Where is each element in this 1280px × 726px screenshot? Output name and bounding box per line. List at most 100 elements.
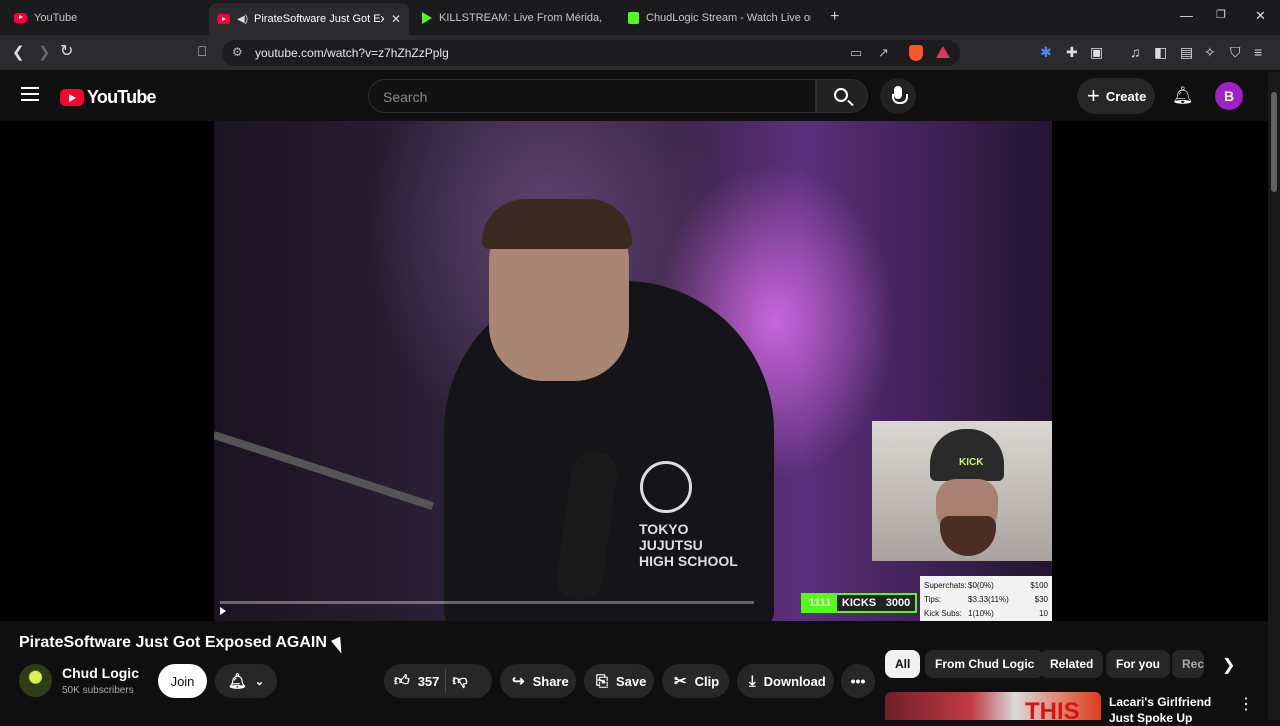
- video-frame[interactable]: TOKYO JUJUTSU HIGH SCHOOL KICK Superchat…: [214, 121, 1052, 621]
- guide-menu-icon[interactable]: [21, 87, 39, 101]
- chip-from-channel[interactable]: From Chud Logic: [925, 650, 1045, 678]
- channel-avatar[interactable]: [19, 664, 52, 697]
- brave-rewards-icon[interactable]: [936, 46, 950, 58]
- address-toolbar: ❮ ❯ ↻ ⎕ ⚙ youtube.com/watch?v=z7hZhZzPpl…: [0, 35, 1280, 71]
- video-progress-bar[interactable]: [220, 601, 754, 604]
- download-button[interactable]: ⤓ Download: [737, 664, 834, 698]
- tab-title: KILLSTREAM: Live From Mérida, Mex: [439, 11, 604, 24]
- mouse-cursor-icon: [331, 636, 347, 656]
- voice-search-icon[interactable]: [880, 78, 916, 114]
- chip-for-you[interactable]: For you: [1106, 650, 1170, 678]
- more-horizontal-icon: •••: [850, 673, 866, 689]
- play-icon[interactable]: [220, 607, 226, 615]
- youtube-icon: [14, 12, 27, 23]
- stat-goal: $30: [1034, 595, 1048, 604]
- kicks-current: 1111: [803, 595, 837, 611]
- stats-row: Kick Subs: 1(10%) 10: [924, 607, 1048, 621]
- stat-goal: $100: [1030, 581, 1048, 590]
- window-close-icon[interactable]: ✕: [1255, 8, 1266, 24]
- browser-tab-active[interactable]: ◀) PirateSoftware Just Got Expos ✕: [209, 3, 409, 35]
- forward-icon[interactable]: ❯: [38, 43, 51, 61]
- like-count[interactable]: 357: [418, 674, 440, 689]
- music-icon[interactable]: ♫: [1130, 44, 1141, 60]
- site-settings-icon[interactable]: ⚙: [232, 45, 243, 59]
- like-dislike-group: 👍︎ 357 👎︎: [384, 664, 492, 698]
- browser-tab-kick[interactable]: ChudLogic Stream - Watch Live on Ki: [620, 4, 820, 31]
- search-input[interactable]: Search: [368, 79, 816, 113]
- media-icon[interactable]: ▣: [1090, 44, 1103, 61]
- search-icon: [834, 88, 848, 102]
- facecam-beard: [940, 516, 996, 556]
- create-button[interactable]: + Create: [1077, 78, 1155, 114]
- minimize-icon[interactable]: —: [1180, 8, 1193, 23]
- browser-tab-bar: YouTube ◀) PirateSoftware Just Got Expos…: [0, 0, 1280, 35]
- youtube-logo[interactable]: YouTube: [60, 87, 157, 108]
- leo-icon[interactable]: ✧: [1204, 44, 1216, 61]
- scrollbar-thumb[interactable]: [1271, 92, 1277, 192]
- page-scrollbar[interactable]: [1268, 72, 1280, 720]
- channel-name[interactable]: Chud Logic: [62, 665, 139, 681]
- related-video-title[interactable]: Lacari's Girlfriend Just Spoke Up: [1109, 694, 1234, 726]
- more-vertical-icon[interactable]: ⋮: [1238, 694, 1254, 714]
- account-avatar[interactable]: B: [1215, 82, 1243, 110]
- stat-value: $3.33(11%): [968, 595, 1009, 604]
- download-label: Download: [763, 673, 826, 689]
- close-tab-icon[interactable]: ✕: [391, 12, 401, 26]
- dislike-icon[interactable]: 👎︎: [452, 672, 467, 690]
- wallet-icon[interactable]: ▤: [1180, 44, 1193, 61]
- browser-tab-youtube[interactable]: YouTube: [6, 4, 206, 31]
- vpn-icon[interactable]: ⛉: [1230, 44, 1241, 61]
- brave-shields-icon[interactable]: [909, 45, 923, 61]
- save-icon: ⎘: [596, 672, 609, 690]
- chevron-right-icon[interactable]: ❯: [1222, 655, 1235, 675]
- extensions-puzzle-icon[interactable]: ✚: [1066, 44, 1078, 61]
- download-icon: ⤓: [749, 672, 756, 690]
- url-text[interactable]: youtube.com/watch?v=z7hZhZzPplg: [255, 46, 449, 60]
- chevron-down-icon: ⌄: [254, 675, 265, 688]
- kicks-goal: 3000: [885, 597, 911, 609]
- share-icon: ↪: [512, 673, 525, 690]
- clip-button[interactable]: ✂ Clip: [662, 664, 729, 698]
- tab-title: PirateSoftware Just Got Expos: [254, 13, 385, 25]
- stat-value: 1(10%): [968, 609, 994, 618]
- url-bar[interactable]: ⚙ youtube.com/watch?v=z7hZhZzPplg ▭ ↗: [222, 40, 960, 66]
- chip-recent[interactable]: Rec: [1172, 650, 1204, 678]
- reload-icon[interactable]: ↻: [60, 41, 73, 61]
- join-button[interactable]: Join: [158, 664, 207, 698]
- browser-tab-killstream[interactable]: KILLSTREAM: Live From Mérida, Mex: [414, 4, 614, 31]
- like-icon[interactable]: 👍︎: [394, 672, 410, 690]
- new-tab-button[interactable]: +: [830, 8, 839, 26]
- save-label: Save: [616, 673, 647, 689]
- menu-icon[interactable]: ≡: [1254, 44, 1262, 60]
- notifications-bell-icon[interactable]: 🔔︎: [1172, 86, 1194, 106]
- plus-icon: +: [1087, 83, 1100, 108]
- facecam-overlay: KICK: [872, 421, 1052, 561]
- chip-related[interactable]: Related: [1040, 650, 1104, 678]
- speaker-icon[interactable]: ◀): [237, 14, 248, 25]
- sidebar-icon[interactable]: ◧: [1154, 44, 1167, 61]
- back-icon[interactable]: ❮: [12, 43, 25, 61]
- save-button[interactable]: ⎘ Save: [584, 664, 654, 698]
- cast-icon[interactable]: ▭: [850, 45, 862, 61]
- more-actions-button[interactable]: •••: [841, 664, 875, 698]
- share-label: Share: [532, 673, 569, 689]
- youtube-masthead: YouTube Search + Create 🔔︎ B: [0, 72, 1268, 120]
- kicks-goal-bar: 1111 KICKS 3000: [801, 593, 917, 613]
- subscribed-bell-button[interactable]: 🔔︎ ⌄: [215, 664, 277, 698]
- subscriber-count: 50K subscribers: [62, 685, 134, 696]
- share-button[interactable]: ↪ Share: [500, 664, 576, 698]
- search-placeholder: Search: [383, 89, 428, 105]
- share-page-icon[interactable]: ↗: [878, 45, 889, 61]
- maximize-icon[interactable]: ❐: [1216, 8, 1226, 21]
- bookmark-icon[interactable]: ⎕: [198, 43, 206, 60]
- clip-label: Clip: [694, 673, 720, 689]
- stat-label: Superchats:: [924, 581, 967, 590]
- mic-arm: [214, 431, 434, 510]
- video-player[interactable]: TOKYO JUJUTSU HIGH SCHOOL KICK Superchat…: [0, 121, 1268, 621]
- related-video-thumbnail[interactable]: THIS: [885, 692, 1101, 720]
- search-button[interactable]: [816, 79, 868, 113]
- shirt-text: TOKYO JUJUTSU HIGH SCHOOL: [639, 521, 738, 569]
- kick-icon: [628, 11, 639, 24]
- chip-all[interactable]: All: [885, 650, 921, 678]
- extension-icon[interactable]: ✱: [1040, 44, 1052, 61]
